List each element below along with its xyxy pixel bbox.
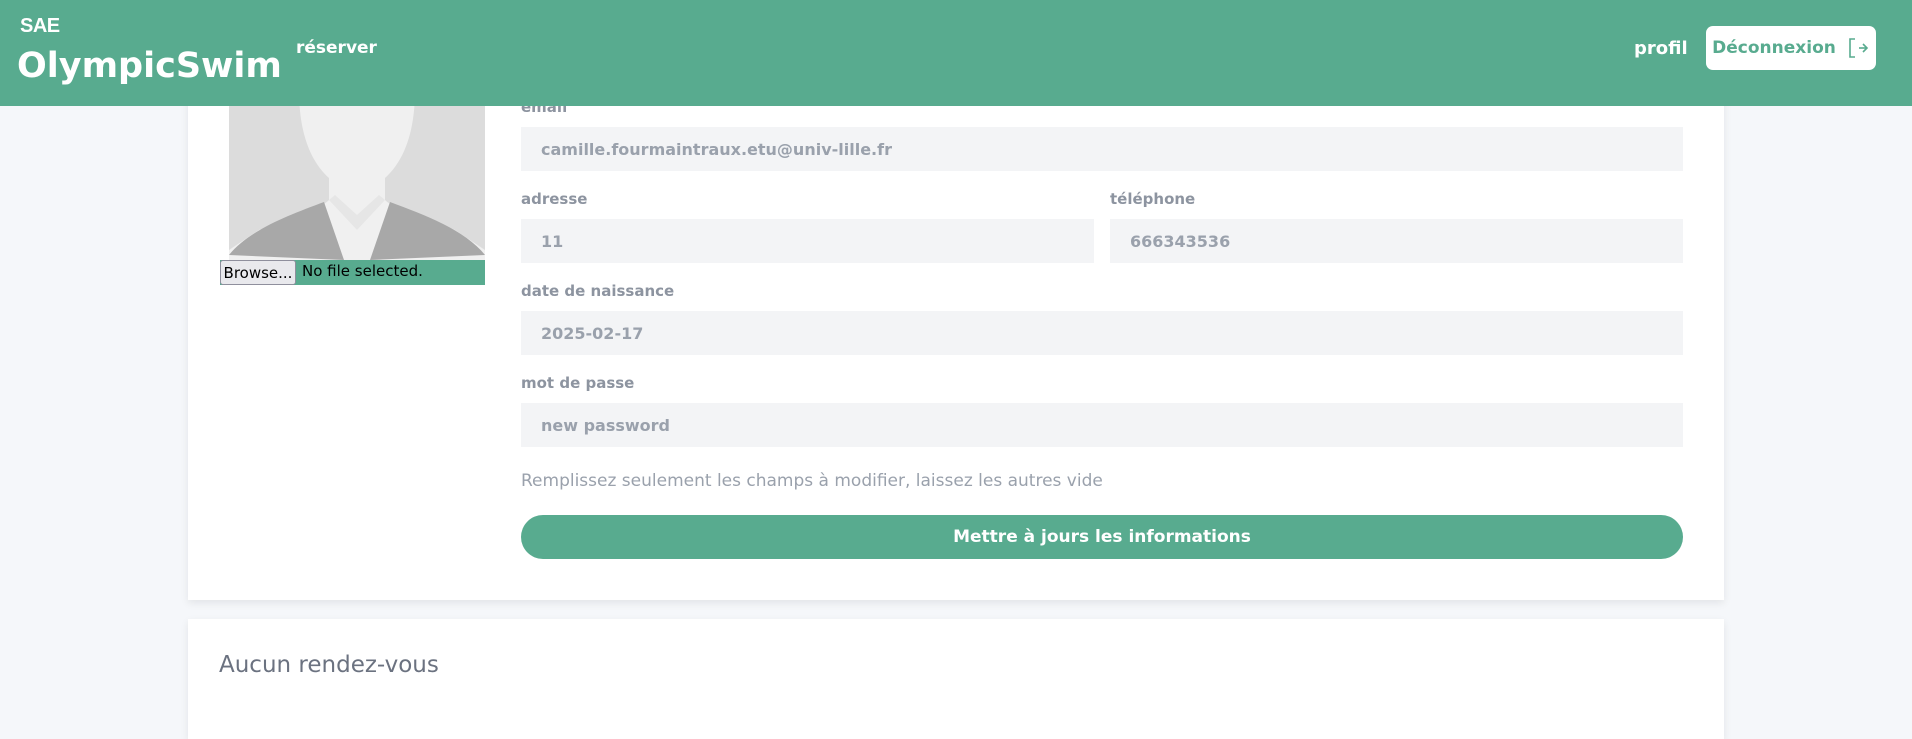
brand-logo-text[interactable]: OlympicSwim bbox=[17, 46, 282, 86]
telephone-label: téléphone bbox=[1110, 190, 1196, 208]
adresse-field[interactable]: 11 bbox=[521, 219, 1094, 263]
telephone-field[interactable]: 666343536 bbox=[1110, 219, 1683, 263]
nav-link-reserver[interactable]: réserver bbox=[296, 38, 377, 58]
browse-button[interactable]: Browse... bbox=[220, 260, 296, 285]
top-navbar: SAE OlympicSwim réserver profil Déconnex… bbox=[0, 0, 1912, 106]
logout-label: Déconnexion bbox=[1712, 38, 1836, 58]
appointments-card bbox=[188, 619, 1724, 739]
password-field[interactable]: new password bbox=[521, 403, 1683, 447]
profile-avatar bbox=[229, 90, 485, 260]
adresse-label: adresse bbox=[521, 190, 588, 208]
form-hint: Remplissez seulement les champs à modifi… bbox=[521, 471, 1103, 491]
brand-sae: SAE bbox=[20, 15, 60, 37]
email-field[interactable]: camille.fourmaintraux.etu@univ-lille.fr bbox=[521, 127, 1683, 171]
appointments-empty-title: Aucun rendez-vous bbox=[219, 652, 439, 678]
nav-link-profil[interactable]: profil bbox=[1634, 38, 1688, 59]
avatar-file-picker: Browse... No file selected. bbox=[220, 260, 485, 285]
avatar-silhouette-icon bbox=[229, 90, 485, 260]
logout-button[interactable]: Déconnexion bbox=[1706, 26, 1876, 70]
update-info-button[interactable]: Mettre à jours les informations bbox=[521, 515, 1683, 559]
birthdate-field[interactable]: 2025-02-17 bbox=[521, 311, 1683, 355]
password-label: mot de passe bbox=[521, 374, 635, 392]
logout-icon bbox=[1849, 38, 1868, 58]
file-status-text: No file selected. bbox=[302, 262, 423, 280]
naissance-label: date de naissance bbox=[521, 282, 675, 300]
